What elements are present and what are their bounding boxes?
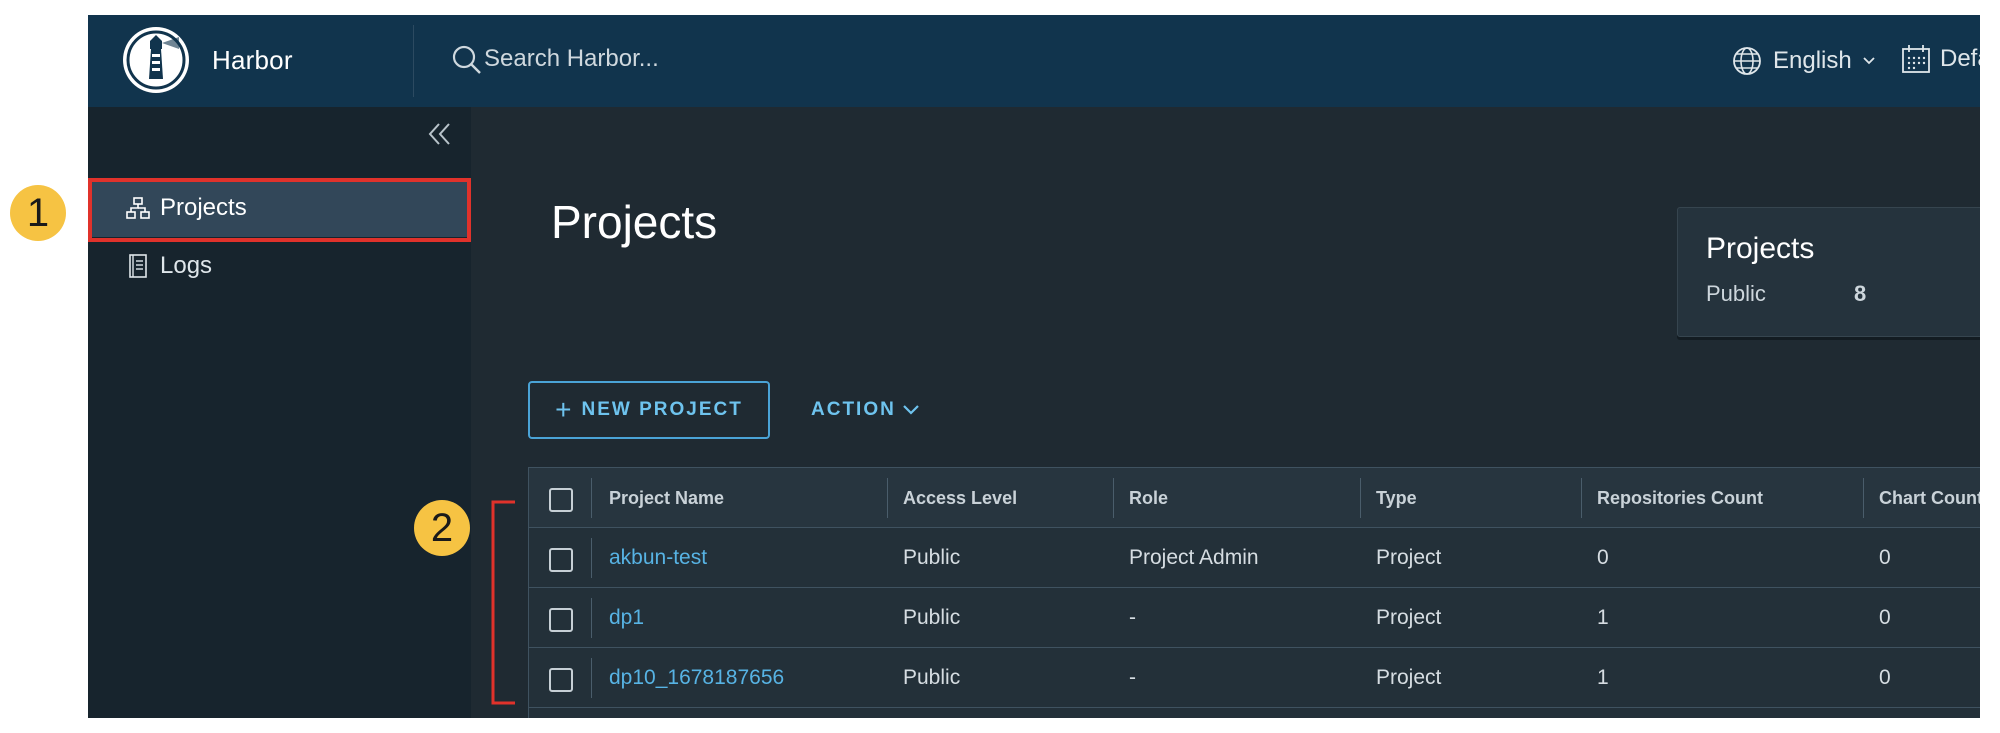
column-header-access-level[interactable]: Access Level	[903, 468, 1017, 528]
action-dropdown-button[interactable]: ACTION	[811, 381, 920, 439]
new-project-button[interactable]: + NEW PROJECT	[528, 381, 770, 439]
logs-icon	[126, 254, 150, 278]
table-row: akbun-test Public Project Admin Project …	[529, 528, 1980, 588]
access-level-cell: Public	[903, 546, 961, 569]
column-header-project-name[interactable]: Project Name	[609, 468, 724, 528]
plus-icon: +	[555, 394, 572, 425]
column-divider[interactable]	[1113, 478, 1114, 518]
calendar-icon	[1902, 45, 1930, 73]
column-divider	[591, 658, 592, 698]
harbor-app-window: Harbor English	[88, 15, 1980, 718]
column-header-chart-count[interactable]: Chart Count	[1879, 468, 1980, 528]
table-header-row: Project Name Access Level Role Type Repo…	[529, 468, 1980, 528]
language-label: English	[1773, 47, 1852, 74]
chart-count-cell: 0	[1879, 606, 1891, 629]
summary-public-count: 8	[1854, 281, 1867, 306]
type-cell: Project	[1376, 546, 1442, 569]
column-divider[interactable]	[1863, 478, 1864, 518]
chevron-down-icon	[1863, 57, 1875, 65]
role-cell: -	[1129, 606, 1136, 629]
column-divider	[591, 478, 592, 518]
column-divider[interactable]	[887, 478, 888, 518]
app-brand-name: Harbor	[212, 45, 293, 75]
annotation-badge-1: 1	[10, 185, 66, 241]
column-header-role[interactable]: Role	[1129, 468, 1168, 528]
main-content: Projects Projects Public 8 + NEW PROJECT…	[471, 107, 1980, 718]
harbor-logo-icon[interactable]	[123, 27, 189, 93]
annotation-badge-2: 2	[414, 500, 470, 556]
column-divider	[591, 538, 592, 578]
column-divider[interactable]	[1360, 478, 1361, 518]
globe-icon	[1733, 47, 1761, 75]
sidebar-item-label: Logs	[160, 252, 213, 279]
select-all-checkbox[interactable]	[549, 488, 573, 512]
row-checkbox[interactable]	[549, 548, 573, 572]
search-icon	[452, 45, 481, 74]
project-name-link[interactable]: akbun-test	[609, 528, 707, 588]
type-cell: Project	[1376, 606, 1442, 629]
column-divider	[591, 598, 592, 638]
page-title: Projects	[551, 196, 718, 248]
top-header: Harbor English	[88, 15, 1980, 107]
chart-count-cell: 0	[1879, 546, 1891, 569]
table-row: dp10_1678187656 Public - Project 1 0	[529, 648, 1980, 708]
datetime-format-label: Default	[1940, 45, 1980, 72]
new-project-label: NEW PROJECT	[581, 399, 743, 420]
access-level-cell: Public	[903, 606, 961, 629]
projects-summary-card: Projects Public 8	[1677, 207, 1980, 337]
row-checkbox[interactable]	[549, 668, 573, 692]
annotation-bracket	[491, 500, 515, 705]
summary-public-label: Public	[1706, 281, 1766, 306]
role-cell: Project Admin	[1129, 546, 1259, 569]
header-divider	[413, 25, 414, 97]
chart-count-cell: 0	[1879, 666, 1891, 689]
column-header-repositories-count[interactable]: Repositories Count	[1597, 468, 1763, 528]
screenshot-stage: Harbor English	[0, 0, 2000, 733]
table-row: dp1 Public - Project 1 0	[529, 588, 1980, 648]
type-cell: Project	[1376, 666, 1442, 689]
collapse-sidebar-icon[interactable]	[427, 121, 453, 147]
repositories-count-cell: 1	[1597, 666, 1609, 689]
global-search-input[interactable]	[484, 41, 1084, 77]
language-selector[interactable]: English	[1731, 43, 1876, 79]
projects-datagrid: Project Name Access Level Role Type Repo…	[528, 467, 1980, 718]
column-divider[interactable]	[1581, 478, 1582, 518]
column-header-type[interactable]: Type	[1376, 468, 1417, 528]
action-label: ACTION	[811, 399, 896, 420]
summary-card-title: Projects	[1706, 232, 1815, 265]
annotation-highlight-box	[88, 178, 471, 242]
row-checkbox[interactable]	[549, 608, 573, 632]
datetime-format-selector[interactable]: Default	[1900, 41, 1980, 77]
repositories-count-cell: 0	[1597, 546, 1609, 569]
chevron-down-icon	[903, 405, 919, 415]
sidebar-item-logs[interactable]: Logs	[88, 237, 471, 295]
access-level-cell: Public	[903, 666, 961, 689]
repositories-count-cell: 1	[1597, 606, 1609, 629]
project-name-link[interactable]: dp1	[609, 588, 644, 648]
table-row-partial	[529, 708, 1980, 718]
project-name-link[interactable]: dp10_1678187656	[609, 648, 784, 708]
role-cell: -	[1129, 666, 1136, 689]
